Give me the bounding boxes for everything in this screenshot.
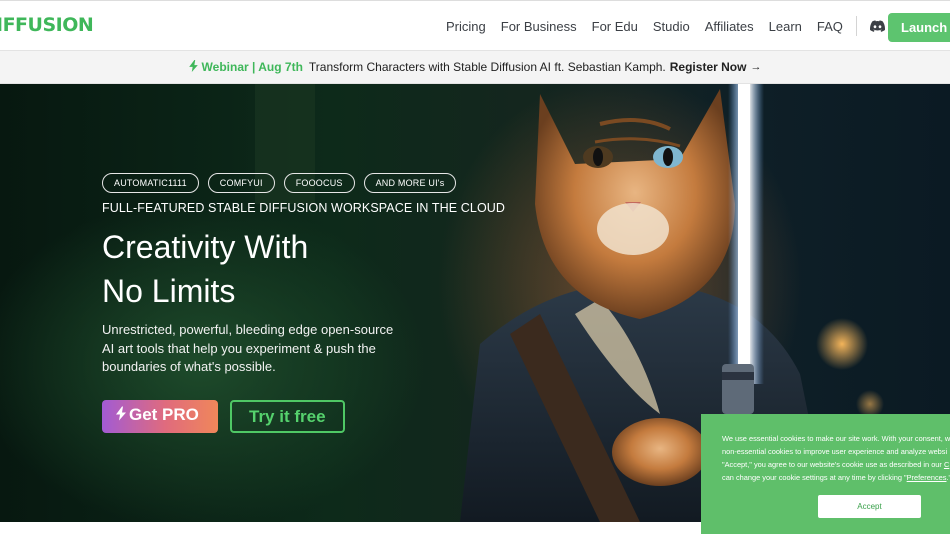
site-header: IFFUSION Pricing For Business For Edu St…	[0, 0, 950, 50]
get-pro-button[interactable]: Get PRO	[102, 400, 218, 433]
cookie-preferences-link[interactable]: Preferences	[907, 473, 947, 482]
cookie-policy-link[interactable]: C	[944, 460, 949, 469]
lightning-icon	[116, 406, 126, 421]
discord-icon[interactable]	[869, 17, 887, 35]
hero-tagline: FULL-FEATURED STABLE DIFFUSION WORKSPACE…	[102, 201, 506, 215]
register-now-link[interactable]: Register Now	[670, 60, 747, 74]
nav-link-for-edu[interactable]: For Edu	[592, 19, 638, 34]
cookie-line-4-end: ."	[946, 473, 950, 482]
description-line-1: Unrestricted, powerful, bleeding edge op…	[102, 322, 394, 337]
cookie-line-4: can change your cookie settings at any t…	[722, 473, 907, 482]
nav-link-pricing[interactable]: Pricing	[446, 19, 486, 34]
nav-divider	[855, 16, 857, 36]
nav-link-studio[interactable]: Studio	[653, 19, 690, 34]
chip-more-uis[interactable]: AND MORE UI's	[363, 173, 457, 193]
cookie-line-3: "Accept," you agree to our website's coo…	[722, 460, 944, 469]
chip-comfyui[interactable]: COMFYUI	[207, 173, 275, 193]
chip-automatic1111[interactable]: AUTOMATIC1111	[102, 173, 199, 193]
hero-description: Unrestricted, powerful, bleeding edge op…	[102, 321, 402, 377]
nav-link-learn[interactable]: Learn	[769, 19, 802, 34]
webinar-date: Webinar | Aug 7th	[201, 60, 303, 74]
chip-fooocus[interactable]: FOOOCUS	[283, 173, 355, 193]
description-line-2: AI art tools that help you experiment & …	[102, 340, 376, 356]
hero-headline: Creativity With No Limits	[102, 225, 402, 313]
ui-chips: AUTOMATIC1111 COMFYUI FOOOCUS AND MORE U…	[102, 173, 465, 193]
cookie-text: We use essential cookies to make our sit…	[722, 432, 950, 484]
webinar-description: Transform Characters with Stable Diffusi…	[308, 60, 666, 74]
main-nav: Pricing For Business For Edu Studio Affi…	[446, 1, 931, 51]
cookie-accept-button[interactable]: Accept	[818, 495, 921, 518]
nav-link-affiliates[interactable]: Affiliates	[705, 19, 754, 34]
nav-link-faq[interactable]: FAQ	[817, 19, 843, 34]
lightning-icon	[188, 59, 198, 75]
launch-app-button[interactable]: Launch A	[888, 13, 950, 42]
try-free-button[interactable]: Try it free	[230, 400, 345, 433]
description-line-3: boundaries of what's possible.	[102, 359, 276, 374]
nav-link-for-business[interactable]: For Business	[501, 19, 577, 34]
brand-logo[interactable]: IFFUSION	[0, 14, 94, 36]
webinar-banner[interactable]: Webinar | Aug 7th Transform Characters w…	[0, 50, 950, 84]
get-pro-label: Get PRO	[129, 405, 199, 424]
cookie-consent-banner: We use essential cookies to make our sit…	[701, 414, 950, 534]
cookie-line-2: non-essential cookies to improve user ex…	[722, 447, 948, 456]
cookie-line-1: We use essential cookies to make our sit…	[722, 434, 950, 443]
headline-line-1: Creativity With	[102, 229, 309, 265]
arrow-right-icon: →	[750, 61, 762, 73]
headline-line-2: No Limits	[102, 273, 236, 309]
